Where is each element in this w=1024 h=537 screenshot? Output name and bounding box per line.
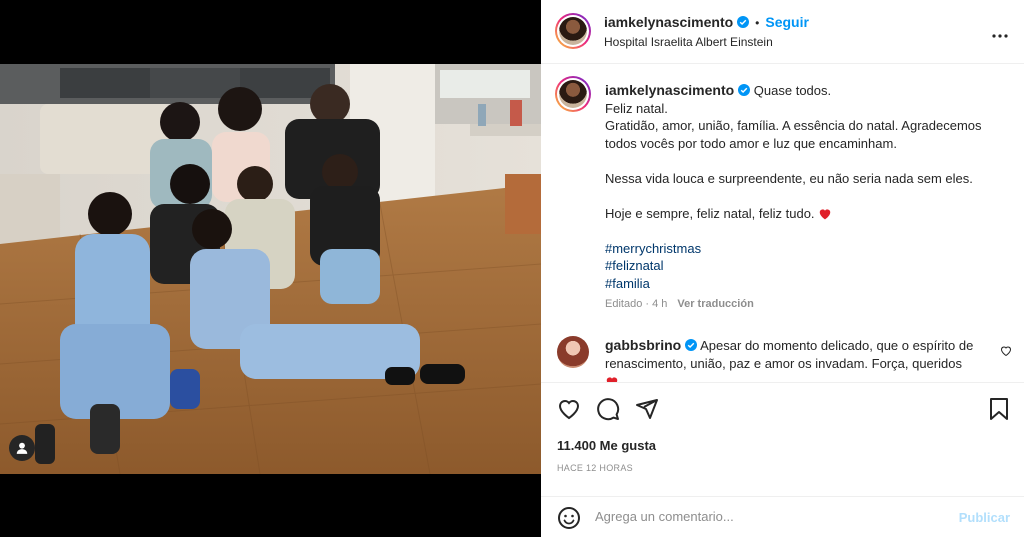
caption-first-line: iamkelynascimento Quase todos. bbox=[605, 82, 1000, 100]
comment-input[interactable] bbox=[595, 509, 935, 524]
caption-paragraph: Hoje e sempre, feliz natal, feliz tudo. bbox=[605, 205, 815, 221]
more-dots-icon bbox=[992, 34, 1008, 38]
likes-count[interactable]: 11.400 Me gusta bbox=[557, 438, 656, 453]
verified-badge-icon bbox=[685, 339, 698, 351]
caption-paragraph: Nessa vida louca e surpreendente, eu não… bbox=[605, 170, 973, 186]
caption-line: Feliz natal. bbox=[605, 100, 668, 116]
location-link[interactable]: Hospital Israelita Albert Einstein bbox=[604, 35, 773, 49]
bookmark-icon bbox=[990, 398, 1008, 420]
post-photo[interactable] bbox=[0, 64, 541, 474]
publish-button[interactable]: Publicar bbox=[959, 510, 1010, 525]
share-icon bbox=[636, 399, 658, 419]
user-tag-icon bbox=[16, 442, 28, 454]
caption-paragraph-row: Hoje e sempre, feliz natal, feliz tudo. bbox=[605, 205, 1000, 223]
header-author-row: iamkelynascimento • Seguir bbox=[604, 14, 809, 30]
hashtag-link[interactable]: #feliznatal bbox=[605, 257, 1000, 275]
comments-section[interactable]: iamkelynascimento Quase todos. Feliz nat… bbox=[541, 64, 1024, 382]
verified-badge-icon bbox=[737, 16, 750, 28]
family-photo-illustration bbox=[0, 64, 541, 474]
red-heart-emoji-icon bbox=[819, 208, 831, 219]
heart-outline-icon bbox=[1000, 346, 1012, 357]
comment: gabbsbrino Apesar do momento delicado, q… bbox=[605, 336, 990, 382]
more-options-button[interactable] bbox=[992, 22, 1008, 43]
post-header: iamkelynascimento • Seguir Hospital Israel… bbox=[541, 0, 1024, 64]
save-button[interactable] bbox=[988, 397, 1010, 424]
author-avatar[interactable] bbox=[555, 13, 591, 49]
post-sidebar: iamkelynascimento • Seguir Hospital Israel… bbox=[541, 0, 1024, 537]
post-time: HACE 12 HORAS bbox=[557, 463, 633, 473]
actions-section: 11.400 Me gusta HACE 12 HORAS Publicar bbox=[541, 382, 1024, 537]
header-username[interactable]: iamkelynascimento bbox=[604, 14, 733, 30]
tag-button[interactable] bbox=[9, 435, 35, 461]
share-button[interactable] bbox=[635, 397, 659, 424]
caption-username[interactable]: iamkelynascimento bbox=[605, 82, 734, 98]
like-button[interactable] bbox=[557, 397, 581, 424]
caption-meta: Editado · 4 h Ver traducción bbox=[605, 298, 754, 310]
verified-badge-icon bbox=[738, 84, 751, 96]
comment-icon bbox=[597, 398, 620, 421]
comment-like-button[interactable] bbox=[1000, 344, 1012, 360]
emoji-button[interactable] bbox=[557, 506, 581, 533]
photo-panel bbox=[0, 0, 541, 537]
caption: iamkelynascimento Quase todos. Feliz nat… bbox=[605, 82, 1000, 292]
hashtag-link[interactable]: #familia bbox=[605, 275, 1000, 293]
caption-first-text: Quase todos. bbox=[753, 83, 832, 98]
edited-label: Editado · 4 h bbox=[605, 298, 668, 310]
caption-line: Gratidão, amor, união, família. A essênc… bbox=[605, 118, 982, 151]
caption-avatar[interactable] bbox=[555, 76, 591, 112]
heart-icon bbox=[558, 400, 580, 420]
separator-dot: • bbox=[755, 16, 760, 30]
red-heart-emoji-icon bbox=[606, 377, 618, 382]
hashtag-link[interactable]: #merrychristmas bbox=[605, 240, 1000, 258]
comment-composer: Publicar bbox=[541, 496, 1024, 537]
instagram-post-modal: iamkelynascimento • Seguir Hospital Israel… bbox=[0, 0, 1024, 537]
follow-button[interactable]: Seguir bbox=[765, 14, 809, 30]
commenter-avatar[interactable] bbox=[557, 336, 589, 368]
emoji-icon bbox=[558, 507, 580, 529]
translate-link[interactable]: Ver traducción bbox=[677, 298, 753, 310]
comment-button[interactable] bbox=[596, 397, 620, 424]
comment-username[interactable]: gabbsbrino bbox=[605, 337, 681, 353]
